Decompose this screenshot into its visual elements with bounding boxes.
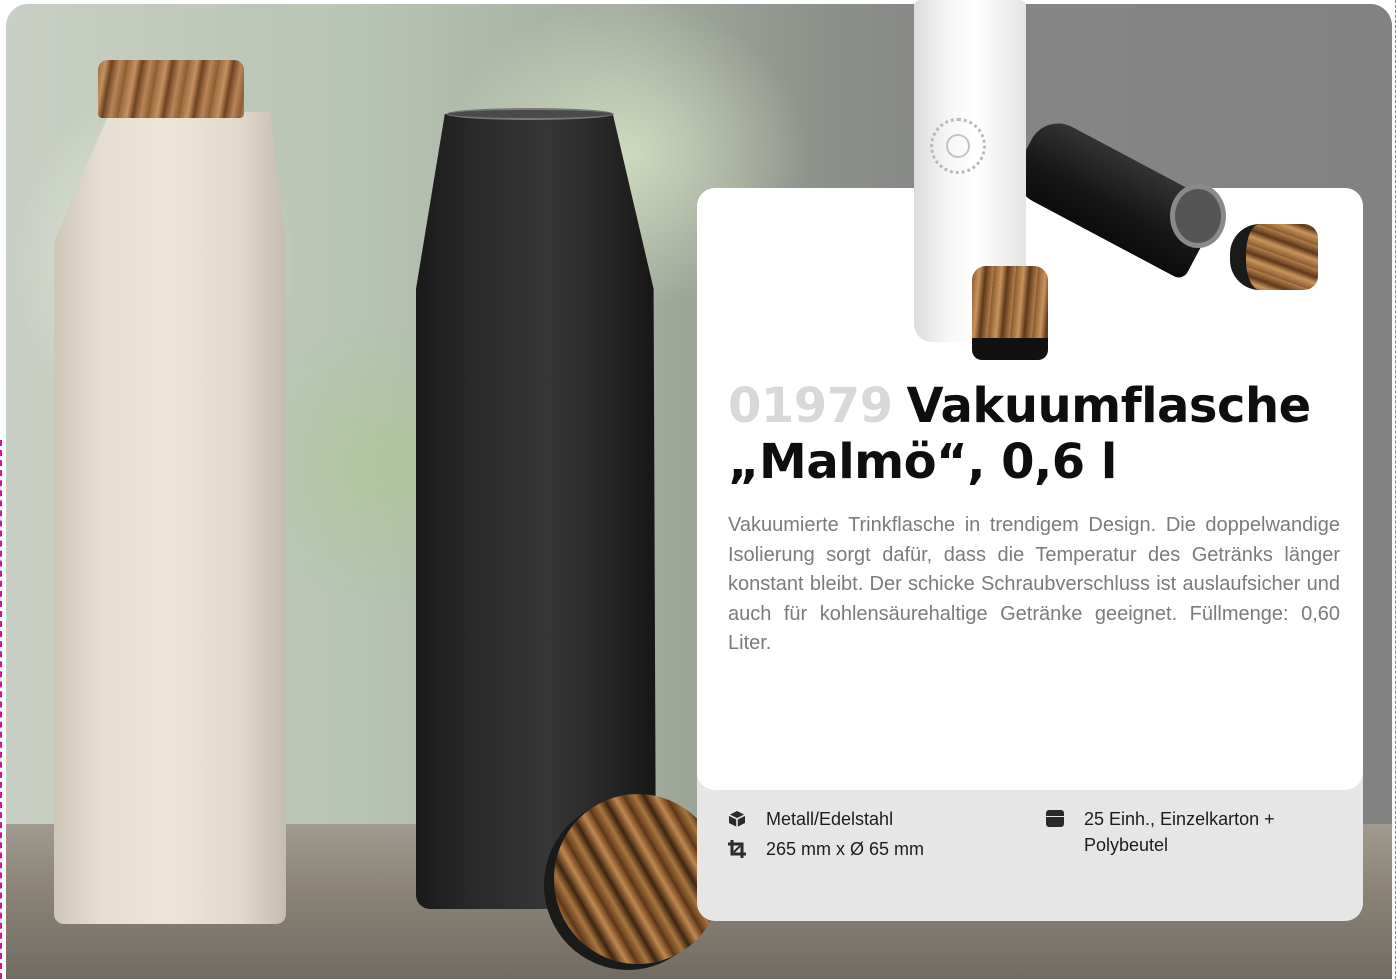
title-line-2: „Malmö“, 0,6 l <box>728 434 1117 490</box>
product-title: 01979 Vakuumflasche „Malmö“, 0,6 l <box>728 378 1348 490</box>
product-image <box>900 0 1330 370</box>
spec-dimensions: 265 mm x Ø 65 mm <box>766 839 925 859</box>
spec-packaging: 25 Einh., Einzelkarton + Polybeutel <box>1084 809 1275 855</box>
crop-icon <box>728 840 746 858</box>
spec-material: Metall/Edelstahl <box>766 809 894 829</box>
box-icon <box>1046 810 1064 827</box>
photo-bottle-black-rim <box>446 108 614 120</box>
product-image-wood-cap-front <box>972 266 1048 360</box>
photo-bottle-cream-wood-cap <box>98 60 244 118</box>
trim-line-left <box>0 440 3 979</box>
sun-engraving-center <box>946 134 970 158</box>
photo-bottle-cream <box>54 112 286 924</box>
photo-bottle-black <box>416 114 656 909</box>
cube-icon <box>728 811 746 827</box>
product-image-wood-cap-side <box>1230 224 1318 290</box>
product-image-black-bottle-neck <box>1170 184 1226 248</box>
article-number: 01979 <box>728 378 893 434</box>
product-description: Vakuumierte Trinkflasche in trendigem De… <box>728 514 1340 654</box>
title-line-1: Vakuumflasche <box>906 378 1312 434</box>
